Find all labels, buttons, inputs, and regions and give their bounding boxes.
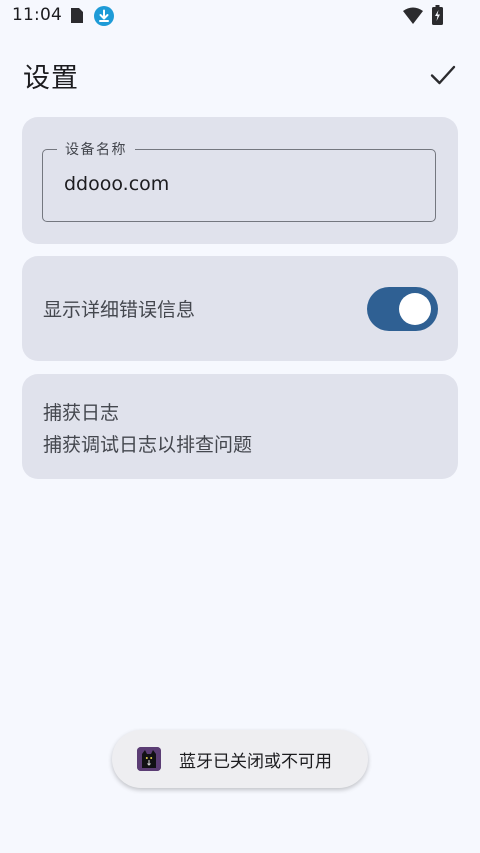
download-icon	[94, 6, 114, 26]
device-name-label: 设备名称	[57, 139, 135, 159]
status-bar: 11:04	[0, 0, 480, 32]
toast-text: 蓝牙已关闭或不可用	[179, 752, 332, 772]
status-time: 11:04	[12, 5, 62, 25]
cat-app-icon	[137, 747, 161, 771]
sim-card-icon	[71, 8, 83, 23]
battery-charging-icon	[432, 5, 443, 25]
check-icon	[430, 65, 456, 85]
capture-logs-title: 捕获日志	[43, 402, 120, 424]
error-details-label: 显示详细错误信息	[43, 299, 196, 321]
error-details-switch[interactable]	[367, 287, 438, 331]
device-name-field[interactable]: 设备名称 ddooo.com	[42, 139, 436, 222]
switch-thumb	[399, 293, 431, 325]
device-name-card: 设备名称 ddooo.com	[22, 117, 458, 244]
toast-message: 蓝牙已关闭或不可用	[112, 730, 368, 788]
capture-logs-card[interactable]: 捕获日志 捕获调试日志以排查问题	[22, 374, 458, 479]
capture-logs-subtitle: 捕获调试日志以排查问题	[43, 434, 253, 456]
device-name-value[interactable]: ddooo.com	[64, 173, 169, 195]
wifi-icon	[403, 7, 423, 24]
error-details-card[interactable]: 显示详细错误信息	[22, 256, 458, 361]
confirm-button[interactable]	[424, 56, 462, 94]
page-title: 设置	[23, 63, 79, 94]
